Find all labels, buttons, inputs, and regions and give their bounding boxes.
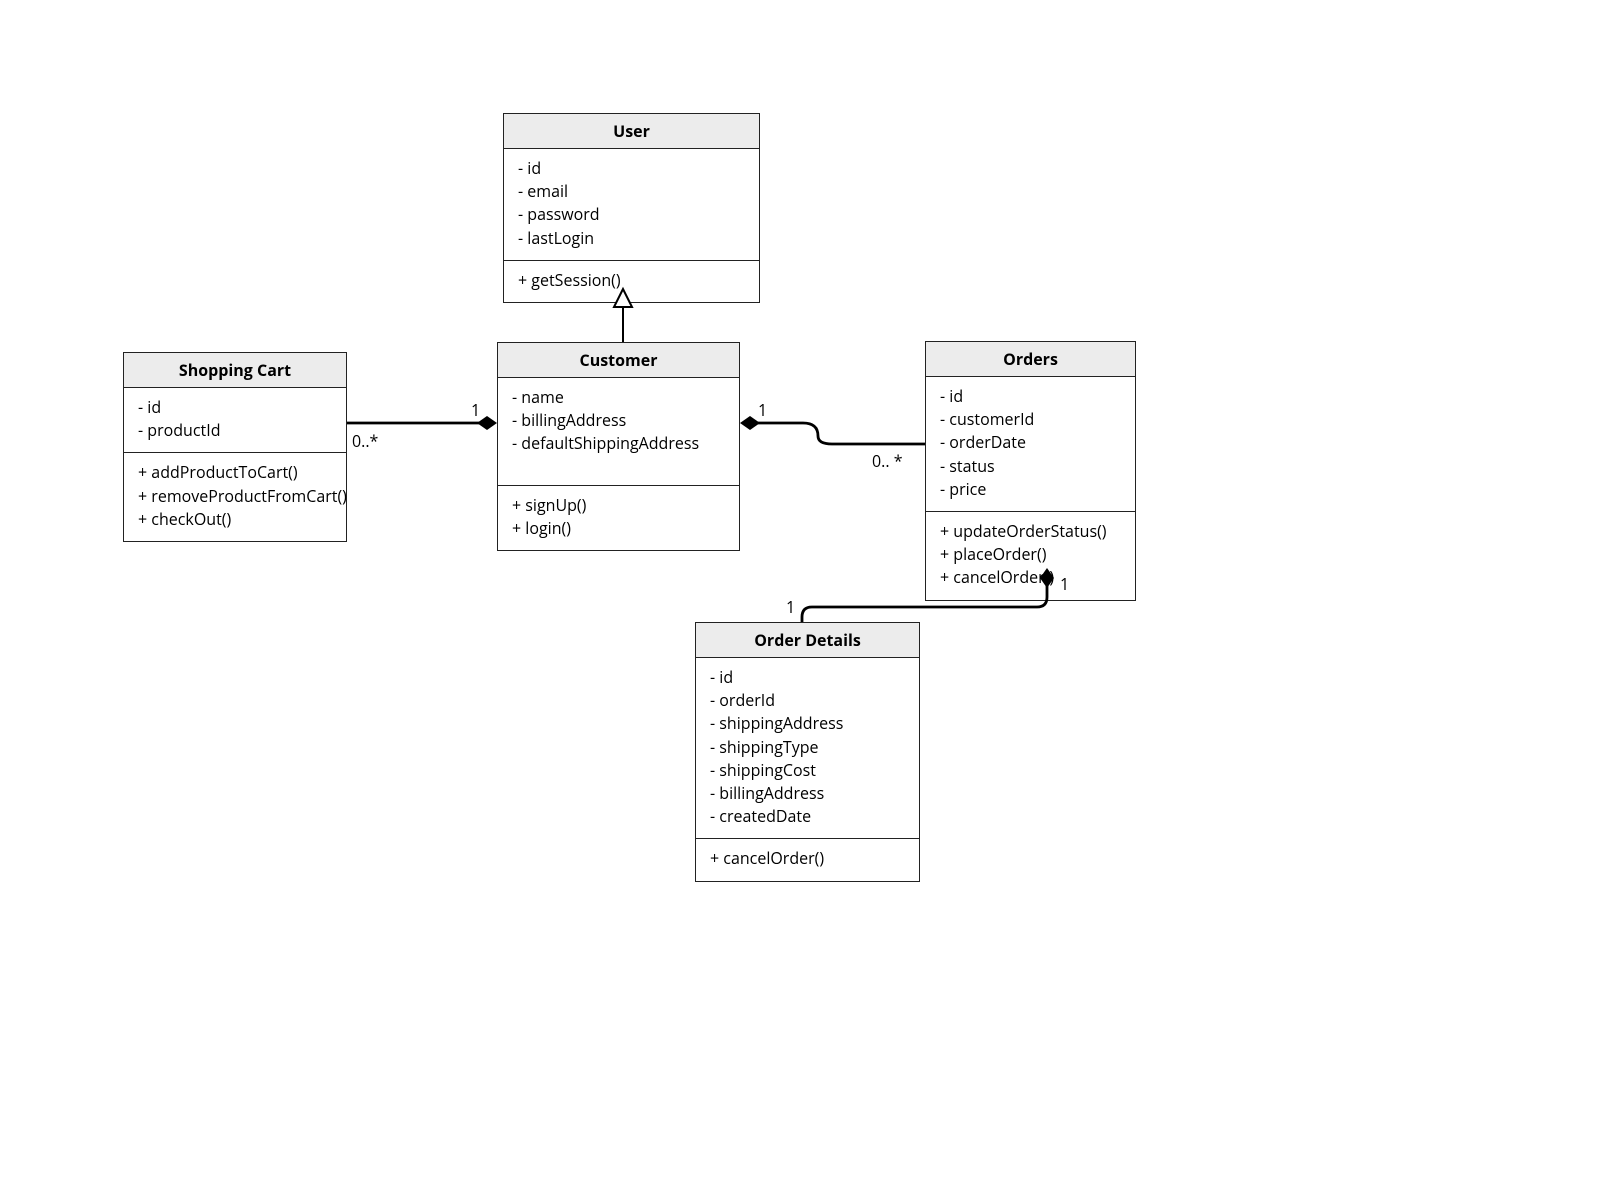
mult-orders-details-whole: 1 [1060,573,1069,595]
class-order-details: Order Details - id - orderId - shippingA… [695,622,920,882]
mult-customer-orders-whole: 1 [758,399,767,421]
class-orders-attributes: - id - customerId - orderDate - status -… [926,377,1135,512]
attr: - orderDate [940,431,1121,454]
class-cart-operations: + addProductToCart() + removeProductFrom… [124,453,346,541]
rel-customer-orders [740,416,925,444]
attr: - id [138,396,332,419]
class-user-operations: + getSession() [504,261,759,302]
attr: - password [518,203,745,226]
class-orders-operations: + updateOrderStatus() + placeOrder() + c… [926,512,1135,600]
class-user-title: User [504,114,759,149]
mult-customer-orders-part: 0.. * [872,450,903,472]
op: + login() [512,517,725,540]
class-orders-title: Orders [926,342,1135,377]
attr: - name [512,386,725,409]
attr: - price [940,478,1121,501]
attr: - email [518,180,745,203]
attr: - billingAddress [512,409,725,432]
op: + updateOrderStatus() [940,520,1121,543]
class-orders: Orders - id - customerId - orderDate - s… [925,341,1136,601]
op: + checkOut() [138,508,332,531]
attr: - defaultShippingAddress [512,432,725,455]
class-customer-operations: + signUp() + login() [498,486,739,550]
connectors-layer [0,0,1600,1202]
op: + signUp() [512,494,725,517]
attr: - shippingType [710,736,905,759]
attr: - status [940,455,1121,478]
op: + placeOrder() [940,543,1121,566]
class-details-attributes: - id - orderId - shippingAddress - shipp… [696,658,919,839]
attr: - id [518,157,745,180]
class-customer-attributes: - name - billingAddress - defaultShippin… [498,378,739,486]
attr: - customerId [940,408,1121,431]
mult-orders-details-part: 1 [786,596,795,618]
class-customer-title: Customer [498,343,739,378]
op: + addProductToCart() [138,461,332,484]
op: + cancelOrder() [940,566,1121,589]
mult-customer-cart-part: 0..* [352,430,378,452]
attr: - shippingCost [710,759,905,782]
class-cart-attributes: - id - productId [124,388,346,453]
op: + cancelOrder() [710,847,905,870]
attr: - id [710,666,905,689]
class-user-attributes: - id - email - password - lastLogin [504,149,759,261]
attr: - productId [138,419,332,442]
attr: - createdDate [710,805,905,828]
attr: - lastLogin [518,227,745,250]
mult-customer-cart-whole: 1 [471,399,480,421]
attr: - id [940,385,1121,408]
uml-canvas: User - id - email - password - lastLogin… [0,0,1600,1202]
op: + removeProductFromCart() [138,485,332,508]
attr: - billingAddress [710,782,905,805]
class-cart-title: Shopping Cart [124,353,346,388]
class-details-title: Order Details [696,623,919,658]
attr: - orderId [710,689,905,712]
class-user: User - id - email - password - lastLogin… [503,113,760,303]
class-customer: Customer - name - billingAddress - defau… [497,342,740,551]
op: + getSession() [518,269,745,292]
class-shopping-cart: Shopping Cart - id - productId + addProd… [123,352,347,542]
class-details-operations: + cancelOrder() [696,839,919,880]
attr: - shippingAddress [710,712,905,735]
